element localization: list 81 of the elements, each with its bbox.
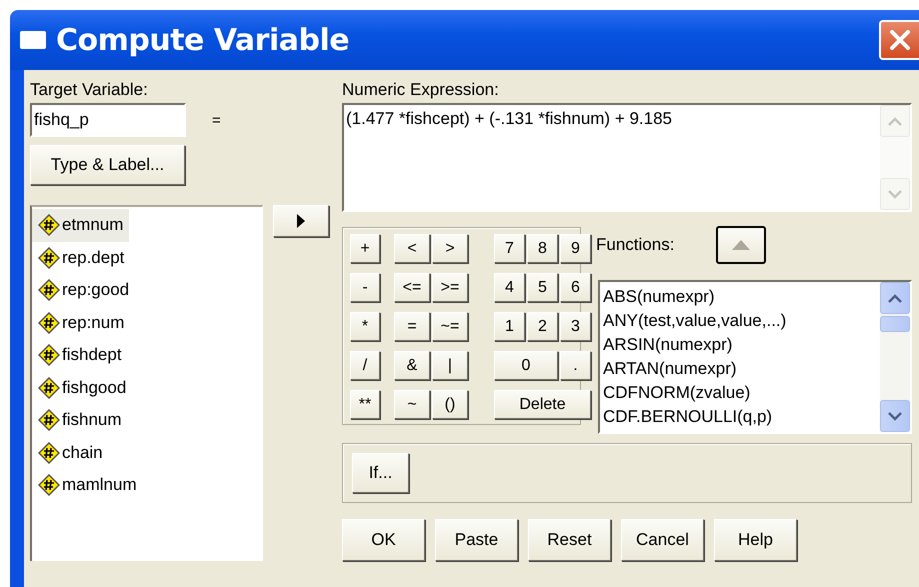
keypad-button[interactable]: 5 (527, 273, 558, 302)
numeric-variable-icon (38, 442, 60, 464)
keypad-button[interactable]: ~= (432, 312, 468, 341)
chevron-down-icon (888, 412, 902, 420)
keypad-button[interactable]: & (394, 351, 430, 380)
close-button[interactable] (879, 20, 919, 60)
variable-item[interactable]: rep:num (32, 306, 130, 339)
window-title: Compute Variable (56, 22, 350, 58)
expression-field[interactable]: (1.477 *fishcept) + (-.131 *fishnum) + 9.185 (342, 103, 912, 212)
numeric-variable-icon (38, 409, 60, 432)
numeric-variable-icon (38, 246, 60, 269)
numeric-variable-icon (38, 312, 60, 334)
chevron-up-icon (888, 294, 902, 302)
window-icon (20, 31, 46, 49)
keypad-button[interactable]: ~ (394, 390, 430, 419)
keypad-button[interactable]: 6 (560, 273, 591, 302)
type-label-button[interactable]: Type & Label... (30, 145, 185, 185)
keypad-button[interactable]: + (350, 234, 380, 263)
functions-label: Functions: (596, 235, 676, 255)
scroll-down-button[interactable] (880, 400, 910, 432)
target-variable-field[interactable]: fishq_p (30, 103, 186, 137)
vertical-scrollbar[interactable] (880, 282, 910, 432)
dialog-button[interactable]: Cancel (621, 519, 704, 561)
keypad-button[interactable]: ** (350, 390, 380, 419)
numeric-variable-icon (38, 474, 60, 496)
dialog-button[interactable]: Paste (435, 519, 518, 561)
keypad-button[interactable]: 9 (560, 234, 591, 263)
function-item[interactable]: CDFNORM(zvalue) (603, 381, 880, 405)
numeric-variable-icon (38, 344, 60, 366)
dialog-button[interactable]: OK (342, 519, 425, 561)
keypad-button[interactable]: > (432, 234, 468, 263)
variable-item[interactable]: fishdept (32, 339, 128, 372)
scroll-thumb[interactable] (880, 316, 910, 332)
function-insert-button[interactable] (716, 226, 766, 264)
chevron-down-icon (888, 190, 902, 198)
variable-item[interactable]: fishnum (32, 404, 128, 436)
expression-text: (1.477 *fishcept) + (-.131 *fishnum) + 9.185 (346, 109, 672, 128)
keypad-button[interactable]: () (432, 390, 468, 419)
numeric-variable-icon (38, 279, 60, 302)
keypad-button[interactable]: 4 (494, 273, 525, 302)
close-icon (889, 29, 911, 51)
up-triangle-icon (732, 240, 750, 250)
variable-item[interactable]: etmnum (32, 209, 130, 242)
scroll-up-button[interactable] (880, 282, 910, 314)
keypad-button[interactable]: >= (432, 273, 468, 302)
keypad-button[interactable]: | (432, 351, 468, 380)
variable-item[interactable]: fishgood (32, 372, 132, 404)
keypad-button[interactable]: 3 (560, 312, 591, 341)
variable-item[interactable]: chain (32, 436, 109, 469)
keypad-button[interactable]: <= (394, 273, 430, 302)
keypad-button[interactable]: / (350, 351, 380, 380)
target-variable-label: Target Variable: (30, 80, 149, 100)
keypad-button[interactable]: 2 (527, 312, 558, 341)
keypad-button[interactable]: 0 (494, 351, 558, 380)
chevron-up-icon (888, 116, 902, 126)
keypad-button[interactable]: - (350, 273, 380, 302)
function-item[interactable]: ANY(test,value,value,...) (603, 309, 880, 333)
keypad-button[interactable]: 1 (494, 312, 525, 341)
move-button[interactable] (273, 205, 329, 237)
keypad-button[interactable]: . (560, 351, 591, 380)
numeric-variable-icon (38, 214, 60, 236)
expression-label: Numeric Expression: (342, 80, 500, 100)
function-item[interactable]: ARSIN(numexpr) (603, 333, 880, 357)
variable-item[interactable]: rep.dept (32, 242, 130, 274)
keypad-button[interactable]: Delete (494, 390, 591, 419)
variable-item[interactable]: rep:good (32, 274, 136, 306)
keypad-button[interactable]: 8 (527, 234, 558, 263)
keypad-button[interactable]: 7 (494, 234, 525, 263)
variable-item[interactable]: mamlnum (32, 469, 143, 502)
dialog-button[interactable]: Help (714, 519, 797, 561)
equals-sign: = (212, 112, 221, 128)
numeric-variable-icon (38, 376, 60, 399)
dialog-button[interactable]: Reset (528, 519, 611, 561)
function-item[interactable]: ARTAN(numexpr) (603, 357, 880, 381)
function-item[interactable]: CDF.BERNOULLI(q,p) (603, 405, 880, 429)
keypad-button[interactable]: * (350, 312, 380, 341)
function-item[interactable]: ABS(numexpr) (603, 285, 880, 309)
keypad-button[interactable]: = (394, 312, 430, 341)
keypad-button[interactable]: < (394, 234, 430, 263)
if-button[interactable]: If... (352, 453, 409, 493)
right-arrow-icon (297, 214, 305, 228)
